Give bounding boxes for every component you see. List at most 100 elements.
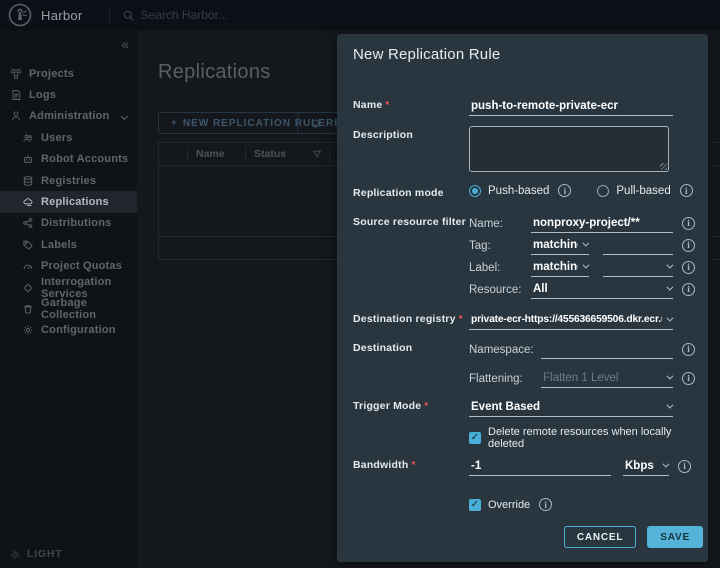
filter-label-value-select[interactable] — [603, 257, 673, 277]
sidebar-item-users[interactable]: Users — [0, 127, 137, 148]
filter-tag-input[interactable] — [603, 235, 673, 255]
namespace-input[interactable] — [541, 339, 673, 359]
filter-name-input[interactable] — [531, 213, 673, 233]
sidebar-item-robot-accounts[interactable]: Robot Accounts — [0, 149, 137, 170]
chevron-down-icon — [666, 373, 673, 380]
new-replication-rule-modal: New Replication Rule Name Description Re… — [337, 34, 708, 562]
replicate-icon — [310, 118, 321, 129]
chevron-down-icon — [666, 315, 673, 322]
filter-label-info-icon[interactable]: i — [682, 261, 695, 274]
field-row-filter-label: Label: matching i — [353, 257, 698, 277]
theme-toggle[interactable]: LIGHT — [10, 548, 63, 560]
filter-icon[interactable] — [312, 149, 322, 159]
sun-icon — [10, 549, 21, 560]
flattening-select[interactable]: Flatten 1 Level — [541, 368, 673, 388]
sidebar-item-garbage-collection[interactable]: Garbage Collection — [0, 298, 137, 319]
sidebar-item-project-quotas[interactable]: Project Quotas — [0, 256, 137, 277]
override-checkbox[interactable]: ✓ — [469, 499, 481, 511]
sidebar-item-interrogation-services[interactable]: Interrogation Services — [0, 277, 137, 298]
filter-resource-select[interactable]: All — [531, 279, 673, 299]
search-icon — [122, 9, 135, 22]
search-input[interactable]: Search Harbor... — [141, 8, 228, 22]
distributions-icon — [22, 217, 34, 229]
logs-icon — [10, 89, 22, 101]
sidebar-item-configuration[interactable]: Configuration — [0, 320, 137, 341]
field-row-namespace: Destination Namespace: i — [353, 339, 698, 359]
sidebar-item-label: Administration — [29, 110, 109, 122]
sidebar-item-logs[interactable]: Logs — [0, 84, 137, 105]
field-row-description: Description — [353, 126, 698, 172]
chevron-down-icon — [582, 240, 589, 247]
table-header-status[interactable]: Status — [245, 147, 329, 162]
chevron-down-icon — [666, 402, 673, 409]
sidebar-item-label: Interrogation Services — [41, 276, 137, 300]
field-row-filter-name: Source resource filter Name: i — [353, 213, 698, 233]
description-textarea[interactable] — [469, 126, 669, 172]
sidebar-item-replications[interactable]: Replications — [0, 191, 137, 212]
field-row-bandwidth: Bandwidth Kbps i — [353, 456, 698, 476]
pull-based-info-icon[interactable]: i — [680, 184, 693, 197]
sidebar: « Projects Logs Administration Users R — [0, 30, 137, 568]
harbor-app: Harbor Search Harbor... « Projects Logs … — [0, 0, 720, 568]
field-row-name: Name — [353, 96, 698, 116]
filter-name-info-icon[interactable]: i — [682, 217, 695, 230]
projects-icon — [10, 68, 22, 80]
override-info-icon[interactable]: i — [539, 498, 552, 511]
chevron-down-icon — [666, 262, 673, 269]
sidebar-item-projects[interactable]: Projects — [0, 63, 137, 84]
destination-registry-select[interactable]: private-ecr-https://455636659506.dkr.ecr… — [469, 310, 673, 330]
chevron-down-icon — [121, 113, 128, 120]
trigger-mode-label: Trigger Mode — [353, 397, 469, 412]
sidebar-item-label: Labels — [41, 239, 77, 251]
sidebar-item-labels[interactable]: Labels — [0, 234, 137, 255]
flattening-info-icon[interactable]: i — [682, 372, 695, 385]
chevron-down-icon — [666, 284, 673, 291]
delete-remote-label: Delete remote resources when locally del… — [488, 426, 698, 450]
harbor-logo[interactable] — [8, 3, 32, 27]
sidebar-item-registries[interactable]: Registries — [0, 170, 137, 191]
bandwidth-unit-select[interactable]: Kbps — [623, 456, 669, 476]
source-resource-filter-label: Source resource filter — [353, 213, 469, 228]
collapse-sidebar-icon[interactable]: « — [121, 36, 129, 52]
filter-resource-label: Resource: — [469, 282, 531, 296]
bandwidth-info-icon[interactable]: i — [678, 460, 691, 473]
garbage-collection-icon — [22, 303, 34, 315]
configuration-icon — [22, 324, 34, 336]
trigger-mode-select[interactable]: Event Based — [469, 397, 673, 417]
chevron-down-icon — [662, 461, 669, 468]
table-select-column[interactable] — [159, 147, 187, 162]
pull-based-radio[interactable] — [597, 185, 609, 197]
sidebar-item-label: Garbage Collection — [41, 297, 137, 321]
destination-registry-label: Destination registry — [353, 310, 469, 325]
override-label: Override — [488, 499, 530, 511]
namespace-info-icon[interactable]: i — [682, 343, 695, 356]
save-button[interactable]: SAVE — [647, 526, 703, 548]
users-icon — [22, 132, 34, 144]
name-label: Name — [353, 96, 469, 111]
push-based-radio[interactable] — [469, 185, 481, 197]
sidebar-item-distributions[interactable]: Distributions — [0, 213, 137, 234]
filter-resource-info-icon[interactable]: i — [682, 283, 695, 296]
page-title: Replications — [158, 61, 271, 84]
filter-name-label: Name: — [469, 216, 531, 230]
flattening-label: Flattening: — [469, 371, 541, 385]
filter-tag-mode-select[interactable]: matching — [531, 235, 589, 255]
sidebar-item-administration[interactable]: Administration — [0, 106, 137, 127]
bandwidth-label: Bandwidth — [353, 456, 469, 471]
filter-label-mode-select[interactable]: matching — [531, 257, 589, 277]
topbar-divider — [109, 7, 110, 23]
delete-remote-checkbox[interactable]: ✓ — [469, 432, 481, 444]
sidebar-item-label: Configuration — [41, 324, 116, 336]
filter-tag-info-icon[interactable]: i — [682, 239, 695, 252]
field-row-replication-mode: Replication mode Push-based i Pull-based… — [353, 184, 698, 199]
field-row-filter-resource: Resource: All i — [353, 279, 698, 299]
table-header-name[interactable]: Name — [187, 147, 245, 162]
name-input[interactable] — [469, 96, 673, 116]
bandwidth-input[interactable] — [469, 456, 611, 476]
filter-label-label: Label: — [469, 260, 531, 274]
project-quotas-icon — [22, 260, 34, 272]
push-based-info-icon[interactable]: i — [558, 184, 571, 197]
sidebar-nav: Projects Logs Administration Users Robot… — [0, 63, 137, 341]
cancel-button[interactable]: CANCEL — [564, 526, 636, 548]
labels-icon — [22, 239, 34, 251]
